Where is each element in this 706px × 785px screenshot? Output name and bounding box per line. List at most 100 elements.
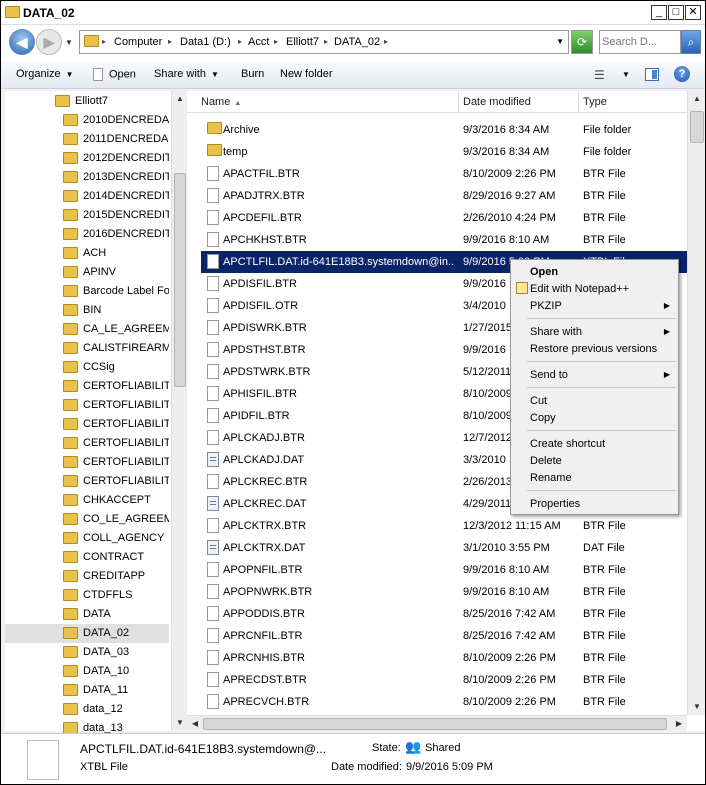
breadcrumb-drive[interactable]: Data1 (D:) [180,36,231,48]
navigation-pane[interactable]: Elliott7 2010DENCREDAP 2011DENCREDAP 2012DE… [5,91,187,734]
nav-item[interactable]: CONTRACT [63,548,169,567]
chevron-right-icon[interactable]: ▸ [384,37,388,46]
file-row[interactable]: APOPNFIL.BTR 9/9/2016 8:10 AM BTR File [201,559,687,581]
folder-row[interactable]: Archive 9/3/2016 8:34 AM File folder [201,119,687,141]
nav-item[interactable]: DATA_10 [63,662,169,681]
address-history-dropdown-icon[interactable]: ▼ [556,37,564,46]
maximize-button[interactable]: □ [668,5,684,20]
file-row[interactable]: APACTFIL.BTR 8/10/2009 2:26 PM BTR File [201,163,687,185]
nav-item[interactable]: Barcode Label Fol [63,282,169,301]
folder-row[interactable]: temp 9/3/2016 8:34 AM File folder [201,141,687,163]
scroll-left-arrow-icon[interactable]: ◀ [187,716,203,732]
nav-item[interactable]: CHKACCEPT [63,491,169,510]
file-row[interactable]: APRCNHIS.BTR 8/10/2009 2:26 PM BTR File [201,647,687,669]
title-bar[interactable]: DATA_02 _ □ ✕ [1,1,705,25]
file-row[interactable]: APRECVCH.BTR 8/10/2009 2:26 PM BTR File [201,691,687,713]
address-bar[interactable]: ▸ Computer ▸ Data1 (D:) ▸ Acct ▸ Elliott… [79,30,569,54]
file-row[interactable]: APLCKTRX.DAT 3/1/2010 3:55 PM DAT File [201,537,687,559]
nav-item[interactable]: CERTOFLIABILITY [63,377,169,396]
nav-item[interactable]: ACH [63,244,169,263]
nav-item[interactable]: 2014DENCREDITA [63,187,169,206]
nav-item[interactable]: DATA_11 [63,681,169,700]
file-row[interactable]: APADJTRX.BTR 8/29/2016 9:27 AM BTR File [201,185,687,207]
list-vertical-scrollbar[interactable]: ▲ ▼ [687,91,705,715]
column-header-type[interactable]: Type [579,91,687,113]
back-button[interactable]: ◀ [9,29,35,55]
nav-item[interactable]: BIN [63,301,169,320]
chevron-right-icon[interactable]: ▸ [324,37,328,46]
nav-item[interactable]: data_12 [63,700,169,719]
column-header-date[interactable]: Date modified [459,91,579,113]
nav-item[interactable]: 2015DENCREDITA [63,206,169,225]
nav-item[interactable]: 2012DENCREDITA [63,149,169,168]
nav-item[interactable]: 2016DENCREDITA [63,225,169,244]
nav-item[interactable]: 2011DENCREDAP [63,130,169,149]
nav-item[interactable]: CERTOFLIABILITY [63,434,169,453]
search-icon[interactable]: ⌕ [681,30,701,54]
column-header-name[interactable]: Name ▲ [187,91,459,113]
new-folder-button[interactable]: New folder [280,68,333,80]
chevron-right-icon[interactable]: ▸ [102,37,106,46]
change-view-icon[interactable]: ☰ [594,68,605,82]
nav-item[interactable]: 2010DENCREDAP [63,111,169,130]
nav-item[interactable]: CERTOFLIABILITY [63,472,169,491]
scroll-down-arrow-icon[interactable]: ▼ [172,715,188,731]
nav-item[interactable]: APINV [63,263,169,282]
menu-item-delete[interactable]: Delete [513,452,676,469]
menu-item-send-to[interactable]: Send to ▶ [513,366,676,383]
scroll-up-arrow-icon[interactable]: ▲ [688,91,706,107]
help-icon[interactable]: ? [674,66,690,82]
nav-item[interactable]: DATA [63,605,169,624]
scroll-thumb[interactable] [690,111,704,143]
file-row[interactable]: APCDEFIL.BTR 2/26/2010 4:24 PM BTR File [201,207,687,229]
chevron-right-icon[interactable]: ▸ [274,37,278,46]
open-button[interactable]: Open [93,68,136,81]
menu-item-cut[interactable]: Cut [513,392,676,409]
menu-item-share-with[interactable]: Share with ▶ [513,323,676,340]
view-options-dropdown-icon[interactable]: ▼ [622,70,630,79]
menu-item-copy[interactable]: Copy [513,409,676,426]
nav-item[interactable]: CREDITAPP [63,567,169,586]
forward-button[interactable]: ▶ [36,29,62,55]
nav-item-parent-folder[interactable]: Elliott7 [55,92,165,111]
search-input[interactable] [602,32,680,52]
file-row[interactable]: APCHKHST.BTR 9/9/2016 8:10 AM BTR File [201,229,687,251]
breadcrumb-computer[interactable]: Computer [114,36,162,48]
scroll-down-arrow-icon[interactable]: ▼ [688,699,706,715]
menu-item-pkzip[interactable]: PKZIP ▶ [513,297,676,314]
nav-item[interactable]: CERTOFLIABILITY [63,396,169,415]
recent-pages-dropdown-icon[interactable]: ▼ [65,38,73,47]
menu-item-create-shortcut[interactable]: Create shortcut [513,435,676,452]
nav-item[interactable]: DATA_03 [63,643,169,662]
nav-item[interactable]: 2013DENCREDITA [63,168,169,187]
breadcrumb-acct[interactable]: Acct [248,36,269,48]
nav-vertical-scrollbar[interactable]: ▲ ▼ [171,91,187,731]
scroll-up-arrow-icon[interactable]: ▲ [172,91,188,107]
search-box[interactable] [599,30,681,54]
scroll-thumb[interactable] [203,718,667,730]
nav-item[interactable]: CALISTFIREARMS [63,339,169,358]
file-row[interactable]: APLCKTRX.BTR 12/3/2012 11:15 AM BTR File [201,515,687,537]
file-row[interactable]: APPODDIS.BTR 8/25/2016 7:42 AM BTR File [201,603,687,625]
nav-item[interactable]: COLL_AGENCY [63,529,169,548]
burn-button[interactable]: Burn [241,68,264,80]
close-button[interactable]: ✕ [685,5,701,20]
minimize-button[interactable]: _ [651,5,667,20]
organize-button[interactable]: Organize ▼ [16,68,74,80]
file-row[interactable]: APRCNFIL.BTR 8/25/2016 7:42 AM BTR File [201,625,687,647]
chevron-right-icon[interactable]: ▸ [238,37,242,46]
menu-item-open[interactable]: Open [513,263,676,280]
list-horizontal-scrollbar[interactable]: ◀ ▶ [187,715,687,731]
file-row[interactable]: APOPNWRK.BTR 9/9/2016 8:10 AM BTR File [201,581,687,603]
scroll-thumb[interactable] [174,173,186,387]
nav-item[interactable]: CA_LE_AGREEME [63,320,169,339]
menu-item-rename[interactable]: Rename [513,469,676,486]
nav-item[interactable]: CTDFFLS [63,586,169,605]
menu-item-properties[interactable]: Properties [513,495,676,512]
chevron-right-icon[interactable]: ▸ [168,37,172,46]
breadcrumb-elliott7[interactable]: Elliott7 [286,36,319,48]
refresh-button[interactable]: ⟳ [571,30,593,54]
nav-item[interactable]: CERTOFLIABILITY [63,415,169,434]
preview-pane-icon[interactable] [645,68,659,81]
scroll-right-arrow-icon[interactable]: ▶ [671,716,687,732]
